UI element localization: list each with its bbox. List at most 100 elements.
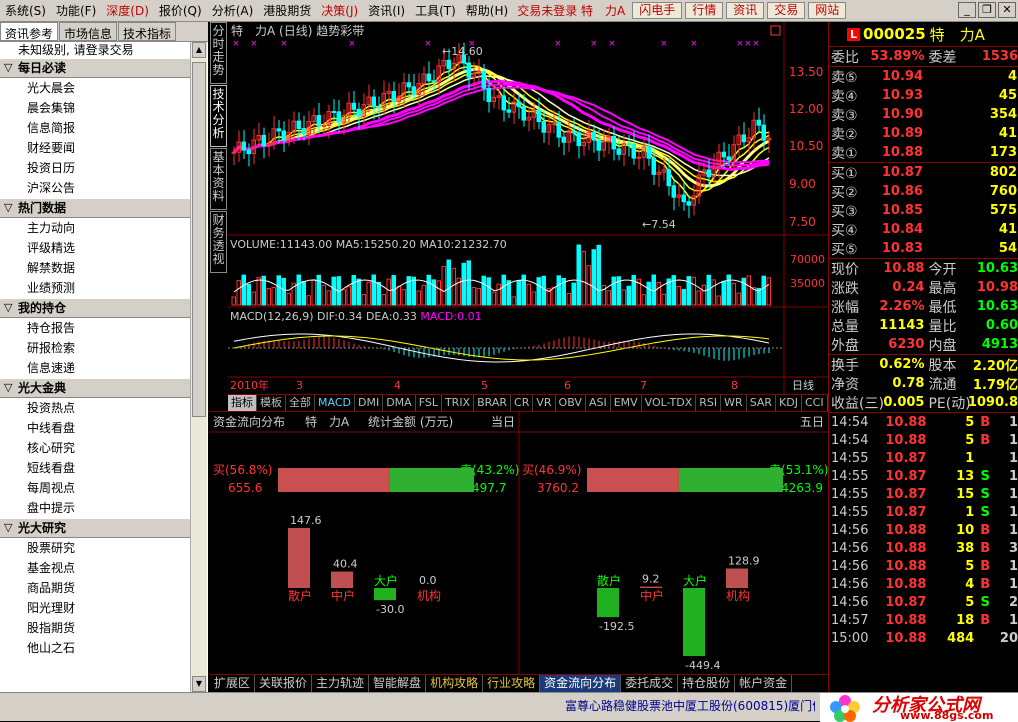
section-header[interactable]: 光大研究: [0, 518, 190, 538]
section-header[interactable]: 光大金典: [0, 378, 190, 398]
sidebar-link[interactable]: 商品期货: [0, 578, 190, 598]
indicator-tab[interactable]: DMI: [355, 395, 384, 411]
section-header[interactable]: 每日必读: [0, 58, 190, 78]
bottom-tab[interactable]: 行业攻略: [483, 675, 541, 692]
tab-info-reference[interactable]: 资讯参考: [0, 22, 59, 41]
sidebar-link[interactable]: 持仓报告: [0, 318, 190, 338]
sidebar-link[interactable]: 股指期货: [0, 618, 190, 638]
candle-body: [631, 143, 636, 159]
sidebar-link[interactable]: 解禁数据: [0, 258, 190, 278]
sidebar-link[interactable]: 阳光理财: [0, 598, 190, 618]
bottom-tab[interactable]: 扩展区: [210, 675, 256, 692]
tab-fundamentals[interactable]: 基本资料: [210, 148, 227, 210]
menu-depth[interactable]: 深度(D): [101, 2, 154, 19]
indicator-tab[interactable]: 模板: [257, 395, 286, 411]
kline-chart[interactable]: × × × × × × × × × × × × × × 特 力A (日线) 趋势彩带 13.50 12.0…: [228, 22, 828, 410]
sidebar-link[interactable]: 光大晨会: [0, 78, 190, 98]
indicator-tab[interactable]: DMA: [383, 395, 416, 411]
scroll-thumb[interactable]: [192, 62, 206, 417]
bottom-tab[interactable]: 智能解盘: [369, 675, 427, 692]
sidebar-link[interactable]: 基金视点: [0, 558, 190, 578]
candle-body: [486, 87, 491, 103]
sidebar-link[interactable]: 投资热点: [0, 398, 190, 418]
volume-bar: [276, 275, 281, 306]
menu-tools[interactable]: 工具(T): [410, 2, 461, 19]
sidebar-link[interactable]: 短线看盘: [0, 458, 190, 478]
sidebar-link[interactable]: 他山之石: [0, 638, 190, 658]
tab-market-info[interactable]: 市场信息: [59, 22, 118, 41]
sidebar-link[interactable]: 投资日历: [0, 158, 190, 178]
sidebar-link[interactable]: 盘中提示: [0, 498, 190, 518]
sidebar-link[interactable]: 研报检索: [0, 338, 190, 358]
sidebar-link[interactable]: 信息速递: [0, 358, 190, 378]
scroll-up-icon[interactable]: ▲: [192, 42, 206, 58]
tick-count: 1: [1008, 450, 1018, 466]
sidebar-link[interactable]: 晨会集锦: [0, 98, 190, 118]
sidebar-link[interactable]: 中线看盘: [0, 418, 190, 438]
close-icon[interactable]: ✕: [998, 2, 1016, 18]
fundamental-row: 净资 0.78 流通 1.79亿: [829, 374, 1018, 393]
bottom-tab[interactable]: 持仓股份: [678, 675, 736, 692]
indicator-tab[interactable]: EMV: [611, 395, 642, 411]
sidebar-link[interactable]: 财经要闻: [0, 138, 190, 158]
indicator-tab[interactable]: CR: [511, 395, 534, 411]
scroll-down-icon[interactable]: ▼: [192, 676, 206, 692]
indicator-tab[interactable]: OBV: [556, 395, 586, 411]
indicator-tab[interactable]: KDJ: [776, 395, 802, 411]
indicator-tab[interactable]: SAR: [747, 395, 777, 411]
indicator-tab[interactable]: FSL: [416, 395, 442, 411]
restore-icon[interactable]: ❐: [978, 2, 996, 18]
bottom-tab[interactable]: 机构攻略: [426, 675, 484, 692]
flash-trade-button[interactable]: 闪电手: [632, 2, 683, 19]
menu-analysis[interactable]: 分析(A): [207, 2, 259, 19]
menu-info[interactable]: 资讯(I): [363, 2, 410, 19]
minimize-icon[interactable]: _: [958, 2, 976, 18]
indicator-tab[interactable]: TRIX: [442, 395, 475, 411]
section-header[interactable]: 热门数据: [0, 198, 190, 218]
sidebar-link[interactable]: 股票研究: [0, 538, 190, 558]
section-header[interactable]: 我的持仓: [0, 298, 190, 318]
quote-button[interactable]: 行情: [685, 2, 724, 19]
sidebar-link[interactable]: 每周视点: [0, 478, 190, 498]
sidebar-scrollbar[interactable]: ▲ ▼: [190, 42, 207, 692]
website-button[interactable]: 网站: [808, 2, 847, 19]
vol-tick-2: 35000: [790, 277, 825, 290]
volume-bar: [516, 280, 521, 306]
info-sidebar: 资讯参考 市场信息 技术指标 未知级别, 请登录交易 每日必读光大晨会晨会集锦信…: [0, 22, 208, 692]
bottom-tab[interactable]: 帐户资金: [735, 675, 793, 692]
tab-financials[interactable]: 财务透视: [210, 211, 227, 273]
tick-time: 14:55: [831, 468, 869, 484]
sidebar-link[interactable]: 业绩预测: [0, 278, 190, 298]
trade-button[interactable]: 交易: [767, 2, 806, 19]
menu-decision[interactable]: 决策(J): [316, 2, 363, 19]
bottom-tab[interactable]: 委托成交: [621, 675, 679, 692]
indicator-tab[interactable]: VR: [533, 395, 556, 411]
sidebar-link[interactable]: 评级精选: [0, 238, 190, 258]
flow-stock-name: 特 力A: [305, 414, 350, 429]
bottom-tab[interactable]: 主力轨迹: [312, 675, 370, 692]
indicator-tab[interactable]: ASI: [586, 395, 611, 411]
menu-system[interactable]: 系统(S): [0, 2, 51, 19]
indicator-tab[interactable]: WR: [721, 395, 747, 411]
indicator-tab[interactable]: VOL-TDX: [642, 395, 697, 411]
sidebar-link[interactable]: 信息简报: [0, 118, 190, 138]
menu-help[interactable]: 帮助(H): [461, 2, 513, 19]
sidebar-link[interactable]: 核心研究: [0, 438, 190, 458]
sidebar-link[interactable]: 沪深公告: [0, 178, 190, 198]
tab-technical[interactable]: 技术分析: [210, 85, 227, 147]
info-button[interactable]: 资讯: [726, 2, 765, 19]
menu-function[interactable]: 功能(F): [51, 2, 101, 19]
bottom-tab[interactable]: 资金流向分布: [540, 675, 622, 692]
tab-intraday[interactable]: 分时走势: [210, 22, 227, 84]
indicator-tab[interactable]: 全部: [286, 395, 315, 411]
bottom-tab[interactable]: 关联报价: [255, 675, 313, 692]
tab-tech-indicators[interactable]: 技术指标: [118, 22, 177, 41]
sidebar-link[interactable]: 主力动向: [0, 218, 190, 238]
menu-quote[interactable]: 报价(Q): [154, 2, 207, 19]
indicator-tab[interactable]: BRAR: [474, 395, 512, 411]
indicator-tab[interactable]: MACD: [315, 395, 355, 411]
indicator-tab[interactable]: CCI: [802, 395, 828, 411]
indicator-tab[interactable]: RSI: [696, 395, 722, 411]
indicator-tab[interactable]: 指标: [228, 395, 257, 411]
menu-hk-futures[interactable]: 港股期货: [258, 2, 316, 19]
